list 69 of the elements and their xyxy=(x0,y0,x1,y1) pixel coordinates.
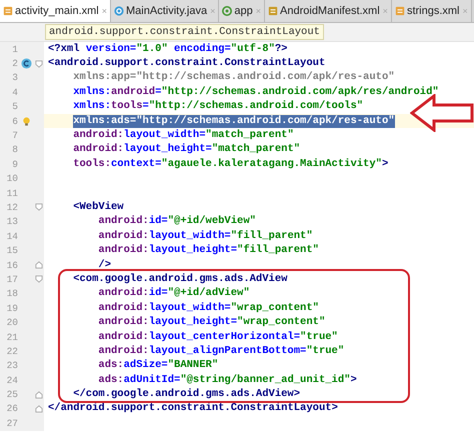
line-number: 8 xyxy=(11,144,18,156)
fold-marker-icon[interactable] xyxy=(34,404,42,413)
line-number: 11 xyxy=(6,188,18,199)
line-number: 4 xyxy=(11,86,18,98)
code-line: tools:context="agauele.kaleratagang.MainActivity"> xyxy=(73,158,388,171)
code-line: android:layout_width="wrap_content" xyxy=(98,302,319,315)
code-line: <android.support.constraint.ConstraintLayout xyxy=(48,57,326,70)
code-line: xmlns:app="http://schemas.android.com/apk/res-auto" xyxy=(73,71,395,84)
class-icon[interactable] xyxy=(20,58,32,70)
line-number: 21 xyxy=(6,332,18,342)
code-line: ads:adSize="BANNER" xyxy=(98,359,218,372)
editor-tab[interactable]: strings.xml × xyxy=(392,0,472,22)
code-line: android:layout_height="match_parent" xyxy=(73,143,300,156)
line-number: 24 xyxy=(6,374,18,386)
code-line: android:layout_width="fill_parent" xyxy=(98,230,313,243)
code-line: android:layout_height="wrap_content" xyxy=(98,316,326,330)
line-number: 20 xyxy=(6,317,18,328)
code-line: android:layout_centerHorizontal="true" xyxy=(98,330,338,344)
fold-marker-icon[interactable] xyxy=(34,390,42,399)
line-number: 2 xyxy=(11,58,18,70)
xml-file-icon xyxy=(394,6,405,16)
code-line: /> xyxy=(98,258,111,272)
editor-tab[interactable]: AndroidManifest.xml × xyxy=(265,0,392,22)
line-number: 5 xyxy=(11,101,18,112)
fold-marker-icon[interactable] xyxy=(34,203,42,212)
module-icon xyxy=(222,6,232,16)
code-line: android:layout_width="match_parent" xyxy=(73,129,294,142)
line-number: 6 xyxy=(11,116,18,127)
code-line: <com.google.android.gms.ads.AdView xyxy=(73,272,288,286)
line-number: 26 xyxy=(6,403,18,414)
line-number: 15 xyxy=(6,245,18,256)
line-number: 22 xyxy=(6,346,18,357)
xml-file-icon xyxy=(3,6,13,16)
line-number: 27 xyxy=(6,418,18,429)
code-line: </android.support.constraint.ConstraintLayout> xyxy=(48,402,338,416)
line-number: 3 xyxy=(11,72,18,84)
fold-marker-icon[interactable] xyxy=(34,60,42,68)
code-line: <?xml version="1.0" encoding="utf-8"?> xyxy=(48,42,288,56)
line-number: 10 xyxy=(6,173,18,184)
line-number: 9 xyxy=(11,158,18,170)
line-number: 25 xyxy=(6,389,18,400)
code-line: android:id="@+id/adView" xyxy=(98,287,250,300)
code-line: android:layout_alignParentBottom="true" xyxy=(98,344,344,358)
line-number: 23 xyxy=(6,360,18,372)
line-number: 13 xyxy=(6,216,18,228)
editor-tab[interactable]: app × xyxy=(219,0,266,22)
code-line: xmlns:tools="http://schemas.android.com/tools" xyxy=(73,100,364,114)
lightbulb-icon[interactable] xyxy=(20,116,32,127)
code-line: ads:adUnitId="@string/banner_ad_unit_id"> xyxy=(98,374,357,387)
code-line: android:id="@+id/webView" xyxy=(98,215,256,228)
line-number: 1 xyxy=(11,44,18,55)
fold-marker-icon[interactable] xyxy=(34,261,42,270)
line-number: 17 xyxy=(6,274,18,285)
code-line: </com.google.android.gms.ads.AdView> xyxy=(73,388,300,402)
fold-marker-icon[interactable] xyxy=(34,275,42,284)
manifest-file-icon xyxy=(268,6,278,16)
breadcrumb[interactable]: android.support.constraint.ConstraintLayout xyxy=(45,24,324,40)
line-number: 12 xyxy=(6,202,18,213)
line-number: 7 xyxy=(11,130,18,142)
line-number: 14 xyxy=(6,230,18,242)
line-number: 16 xyxy=(6,260,18,271)
code-line: xmlns:android="http://schemas.android.com/apk/res/android" xyxy=(73,86,439,99)
line-number: 19 xyxy=(6,302,18,314)
line-number: 18 xyxy=(6,288,18,300)
class-icon xyxy=(114,6,124,16)
editor-tab[interactable]: activity_main.xml × xyxy=(0,0,112,22)
editor-tab[interactable]: MainActivity.java × xyxy=(111,0,220,22)
code-line: <WebView xyxy=(73,200,124,214)
code-line: android:layout_height="fill_parent" xyxy=(98,244,319,258)
